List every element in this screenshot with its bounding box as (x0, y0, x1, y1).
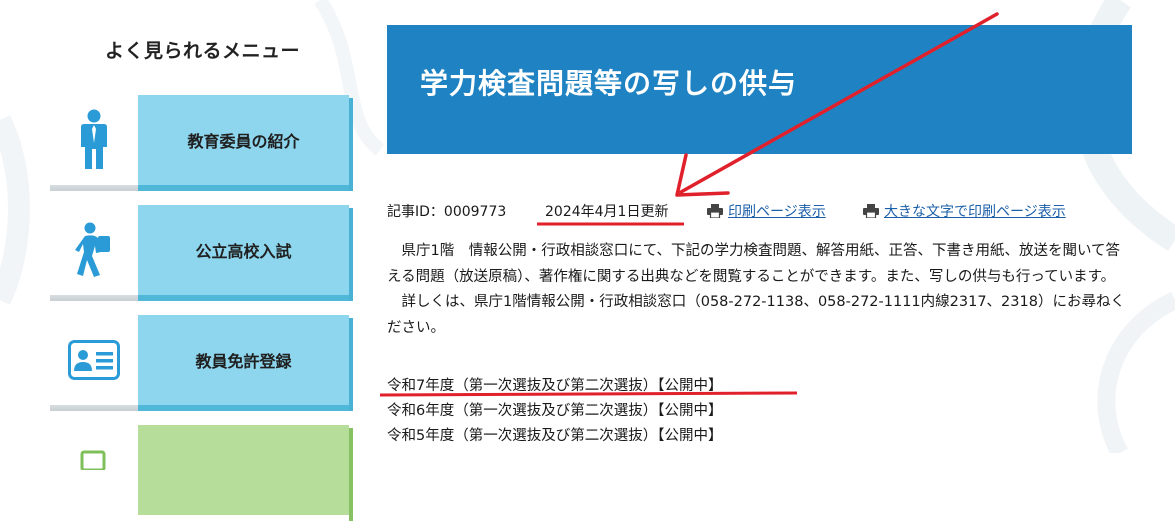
print-page-label: 印刷ページ表示 (728, 204, 826, 220)
updated-date: 2024年4月1日更新 (545, 204, 669, 220)
menu-edge (138, 295, 349, 301)
printer-icon (707, 204, 723, 218)
popular-menu-sidebar: よく見られるメニュー 教育委員の紹介 公立高校入試 教員免許登録 (50, 0, 355, 521)
menu-edge (349, 98, 353, 191)
menu-edge (138, 185, 349, 191)
year-list: 令和7年度（第一次選抜及び第二次選抜）【公開中】 令和6年度（第一次選抜及び第二… (387, 374, 1132, 449)
year-item[interactable]: 令和7年度（第一次選抜及び第二次選抜）【公開中】 (387, 374, 1132, 399)
print-large-text-link[interactable]: 大きな文字で印刷ページ表示 (863, 201, 1066, 221)
menu-item-label: 教育委員の紹介 (138, 95, 349, 185)
print-large-text-label: 大きな文字で印刷ページ表示 (884, 204, 1066, 220)
body-paragraph: 県庁1階 情報公開・行政相談窓口にて、下記の学力検査問題、解答用紙、正答、下書き… (387, 243, 1121, 285)
menu-item-board-members[interactable]: 教育委員の紹介 (50, 95, 353, 191)
student-walking-icon (50, 205, 138, 295)
print-page-link[interactable]: 印刷ページ表示 (707, 201, 826, 221)
person-icon (50, 95, 138, 185)
menu-edge (349, 318, 353, 411)
article-id: 記事ID：0009773 (387, 204, 507, 220)
menu-item-label (138, 425, 349, 515)
printer-icon (863, 204, 879, 218)
menu-edge (138, 405, 349, 411)
menu-item-high-school-entrance[interactable]: 公立高校入試 (50, 205, 353, 301)
menu-item-partial[interactable] (50, 425, 353, 521)
menu-item-label: 公立高校入試 (138, 205, 349, 295)
page-title: 学力検査問題等の写しの供与 (420, 67, 798, 100)
article-body: 県庁1階 情報公開・行政相談窓口にて、下記の学力検査問題、解答用紙、正答、下書き… (387, 239, 1132, 341)
main-content: 学力検査問題等の写しの供与 記事ID：0009773 2024年4月1日更新 印… (387, 0, 1132, 453)
menu-item-teacher-license[interactable]: 教員免許登録 (50, 315, 353, 411)
sidebar-title: よく見られるメニュー (104, 40, 300, 62)
body-paragraph: 詳しくは、県庁1階情報公開・行政相談窓口（058-272-1138、058-27… (387, 294, 1125, 336)
year-item[interactable]: 令和5年度（第一次選抜及び第二次選抜）【公開中】 (387, 424, 1132, 449)
year-item[interactable]: 令和6年度（第一次選抜及び第二次選抜）【公開中】 (387, 399, 1132, 424)
article-meta: 記事ID：0009773 2024年4月1日更新 印刷ページ表示 大きな文字で印… (387, 201, 1132, 221)
menu-item-label: 教員免許登録 (138, 315, 349, 405)
menu-edge (349, 208, 353, 301)
id-card-icon (50, 315, 138, 405)
document-icon (50, 425, 138, 515)
menu-edge (349, 428, 353, 521)
